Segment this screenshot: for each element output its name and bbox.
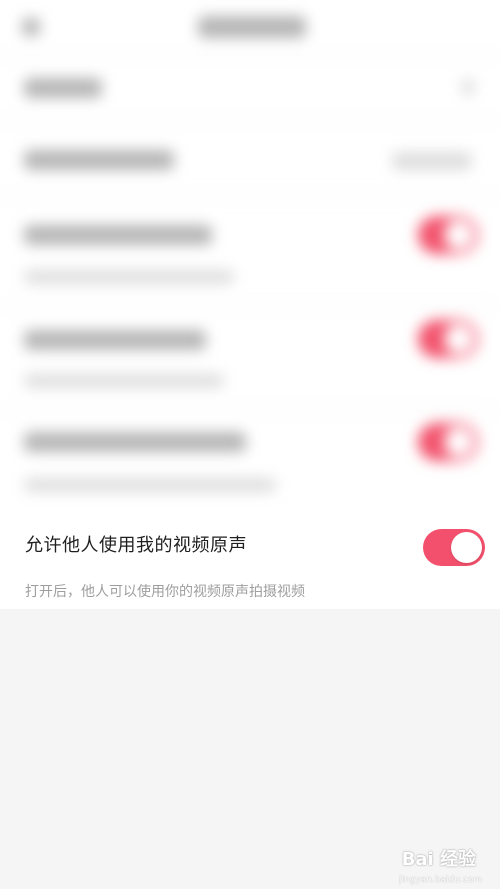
blurred-toggle bbox=[418, 320, 478, 358]
blurred-row-label bbox=[24, 330, 206, 350]
blurred-back-arrow bbox=[22, 18, 40, 36]
watermark-subtext: jingyan.baidu.com bbox=[398, 875, 482, 885]
blurred-row-label bbox=[24, 78, 102, 98]
blurred-divider bbox=[0, 410, 500, 411]
allow-original-sound-toggle[interactable] bbox=[423, 529, 485, 566]
blurred-header-title bbox=[198, 16, 306, 38]
blurred-row-chevron bbox=[462, 78, 474, 96]
blurred-toggle bbox=[418, 423, 478, 461]
baidu-jingyan-watermark: Bai 经验 bbox=[402, 845, 476, 871]
setting-description: 打开后，他人可以使用你的视频原声拍摄视频 bbox=[25, 584, 305, 600]
watermark-text: Bai 经验 bbox=[401, 849, 476, 870]
blurred-row-desc bbox=[24, 270, 234, 284]
blurred-row-label bbox=[24, 225, 212, 245]
blurred-divider bbox=[0, 55, 500, 56]
blurred-divider bbox=[0, 120, 500, 121]
blurred-settings-region bbox=[0, 0, 500, 515]
blurred-row-desc bbox=[24, 374, 224, 388]
toggle-knob bbox=[451, 532, 482, 563]
blurred-toggle bbox=[418, 216, 478, 254]
blurred-divider bbox=[0, 305, 500, 306]
blurred-row-value bbox=[392, 152, 472, 170]
blurred-row-label bbox=[24, 150, 174, 170]
blurred-row-label bbox=[24, 432, 246, 452]
setting-title: 允许他人使用我的视频原声 bbox=[25, 535, 247, 556]
blurred-row-desc bbox=[24, 478, 276, 492]
blurred-content bbox=[0, 0, 500, 515]
blurred-divider bbox=[0, 195, 500, 196]
